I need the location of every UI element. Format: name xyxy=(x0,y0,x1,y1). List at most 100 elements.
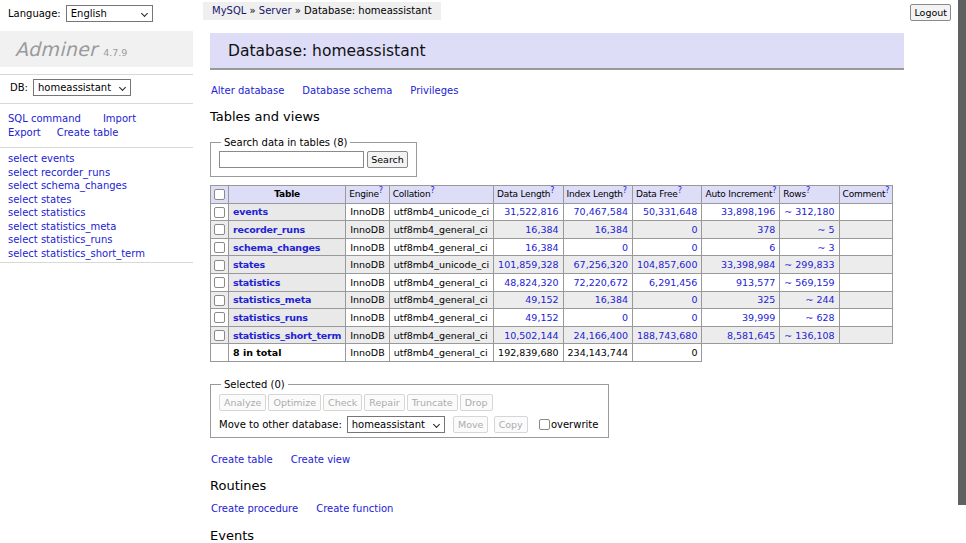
data-free-link[interactable]: 188,743,680 xyxy=(637,330,697,341)
database-action-link[interactable]: Database schema xyxy=(302,85,392,96)
data-free-link[interactable]: 0 xyxy=(691,224,697,235)
data-length-link[interactable]: 16,384 xyxy=(525,224,558,235)
row-checkbox[interactable] xyxy=(214,295,225,306)
auto-increment-link[interactable]: 6 xyxy=(769,242,775,253)
auto-increment-link[interactable]: 33,398,984 xyxy=(721,259,775,270)
table-name-link[interactable]: events xyxy=(233,206,268,217)
scrollbar-thumb[interactable] xyxy=(958,0,966,505)
sql-command-link[interactable]: SQL command xyxy=(8,113,81,124)
index-length-link[interactable]: 16,384 xyxy=(595,224,628,235)
language-select[interactable]: English xyxy=(66,5,153,22)
data-length-link[interactable]: 48,824,320 xyxy=(504,277,558,288)
data-length-link[interactable]: 101,859,328 xyxy=(498,259,558,270)
index-length-link[interactable]: 70,467,584 xyxy=(574,206,628,217)
help-link[interactable]: ? xyxy=(430,186,434,195)
database-action-link[interactable]: Privileges xyxy=(410,85,458,96)
auto-increment-link[interactable]: 378 xyxy=(757,224,775,235)
auto-increment-link[interactable]: 913,577 xyxy=(736,277,775,288)
rows-link[interactable]: ~ 628 xyxy=(805,312,834,323)
select-all-checkbox[interactable] xyxy=(214,189,225,200)
rows-link[interactable]: ~ 569,159 xyxy=(784,277,834,288)
help-link[interactable]: ? xyxy=(885,186,889,195)
sidebar-select-link[interactable]: select statistics_short_term xyxy=(8,247,193,261)
data-length-link[interactable]: 49,152 xyxy=(525,312,558,323)
overwrite-checkbox[interactable] xyxy=(539,419,550,430)
db-select[interactable]: homeassistant xyxy=(33,79,131,96)
table-name-link[interactable]: statistics_short_term xyxy=(233,330,341,341)
index-length-link[interactable]: 0 xyxy=(622,312,628,323)
data-length-link[interactable]: 10,502,144 xyxy=(504,330,558,341)
data-free-link[interactable]: 6,291,456 xyxy=(649,277,697,288)
copy-button[interactable]: Copy xyxy=(494,416,528,433)
data-free-link[interactable]: 0 xyxy=(691,312,697,323)
sidebar-select-link[interactable]: select states xyxy=(8,193,193,207)
move-db-select[interactable]: homeassistant xyxy=(347,416,445,433)
optimize-button[interactable]: Optimize xyxy=(268,394,321,411)
row-checkbox[interactable] xyxy=(214,277,225,288)
drop-button[interactable]: Drop xyxy=(460,394,493,411)
help-link[interactable]: ? xyxy=(379,186,383,195)
data-length-link[interactable]: 49,152 xyxy=(525,294,558,305)
row-checkbox[interactable] xyxy=(214,242,225,253)
help-link[interactable]: ? xyxy=(806,186,810,195)
table-name-link[interactable]: schema_changes xyxy=(233,242,320,253)
help-link[interactable]: ? xyxy=(772,186,776,195)
row-checkbox[interactable] xyxy=(214,312,225,323)
table-name-link[interactable]: recorder_runs xyxy=(233,224,305,235)
table-name-link[interactable]: states xyxy=(233,259,265,270)
check-button[interactable]: Check xyxy=(323,394,362,411)
create-table-link[interactable]: Create table xyxy=(57,127,119,138)
row-checkbox[interactable] xyxy=(214,207,225,218)
index-length-link[interactable]: 24,166,400 xyxy=(574,330,628,341)
routine-link[interactable]: Create procedure xyxy=(211,503,298,514)
move-button[interactable]: Move xyxy=(453,416,488,433)
data-free-link[interactable]: 104,857,600 xyxy=(637,259,697,270)
sidebar-select-link[interactable]: select recorder_runs xyxy=(8,166,193,180)
sidebar-select-link[interactable]: select statistics xyxy=(8,206,193,220)
data-length-link[interactable]: 31,522,816 xyxy=(504,206,558,217)
table-name-link[interactable]: statistics_meta xyxy=(233,294,311,305)
table-name-link[interactable]: statistics_runs xyxy=(233,312,308,323)
rows-link[interactable]: ~ 312,180 xyxy=(784,206,834,217)
sidebar-select-link[interactable]: select statistics_meta xyxy=(8,220,193,234)
rows-link[interactable]: ~ 136,108 xyxy=(784,330,834,341)
truncate-button[interactable]: Truncate xyxy=(407,394,458,411)
help-link[interactable]: ? xyxy=(623,186,627,195)
rows-link[interactable]: ~ 5 xyxy=(818,224,835,235)
index-length-link[interactable]: 16,384 xyxy=(595,294,628,305)
index-length-link[interactable]: 72,220,672 xyxy=(574,277,628,288)
rows-link[interactable]: ~ 244 xyxy=(805,294,834,305)
row-checkbox[interactable] xyxy=(214,330,225,341)
search-button[interactable]: Search xyxy=(367,151,408,168)
logout-button[interactable]: Logout xyxy=(910,4,951,21)
auto-increment-link[interactable]: 39,999 xyxy=(742,312,775,323)
data-free-link[interactable]: 0 xyxy=(691,294,697,305)
help-link[interactable]: ? xyxy=(678,186,682,195)
table-name-link[interactable]: statistics xyxy=(233,277,280,288)
search-input[interactable] xyxy=(219,151,364,168)
auto-increment-link[interactable]: 33,898,196 xyxy=(721,206,775,217)
import-link[interactable]: Import xyxy=(103,113,136,124)
rows-link[interactable]: ~ 3 xyxy=(818,242,835,253)
repair-button[interactable]: Repair xyxy=(364,394,404,411)
index-length-link[interactable]: 67,256,320 xyxy=(574,259,628,270)
data-free-link[interactable]: 50,331,648 xyxy=(643,206,697,217)
sidebar-select-link[interactable]: select schema_changes xyxy=(8,179,193,193)
analyze-button[interactable]: Analyze xyxy=(219,394,266,411)
data-free-link[interactable]: 0 xyxy=(691,242,697,253)
sidebar-select-link[interactable]: select statistics_runs xyxy=(8,233,193,247)
create-link[interactable]: Create table xyxy=(211,454,273,465)
auto-increment-link[interactable]: 8,581,645 xyxy=(727,330,775,341)
sidebar-select-link[interactable]: select events xyxy=(8,152,193,166)
index-length-link[interactable]: 0 xyxy=(622,242,628,253)
data-length-link[interactable]: 16,384 xyxy=(525,242,558,253)
rows-link[interactable]: ~ 299,833 xyxy=(784,259,834,270)
create-link[interactable]: Create view xyxy=(291,454,350,465)
row-checkbox[interactable] xyxy=(214,224,225,235)
export-link[interactable]: Export xyxy=(8,127,41,138)
help-link[interactable]: ? xyxy=(550,186,554,195)
auto-increment-link[interactable]: 325 xyxy=(757,294,775,305)
routine-link[interactable]: Create function xyxy=(316,503,393,514)
database-action-link[interactable]: Alter database xyxy=(211,85,284,96)
scrollbar-track[interactable] xyxy=(958,0,966,543)
